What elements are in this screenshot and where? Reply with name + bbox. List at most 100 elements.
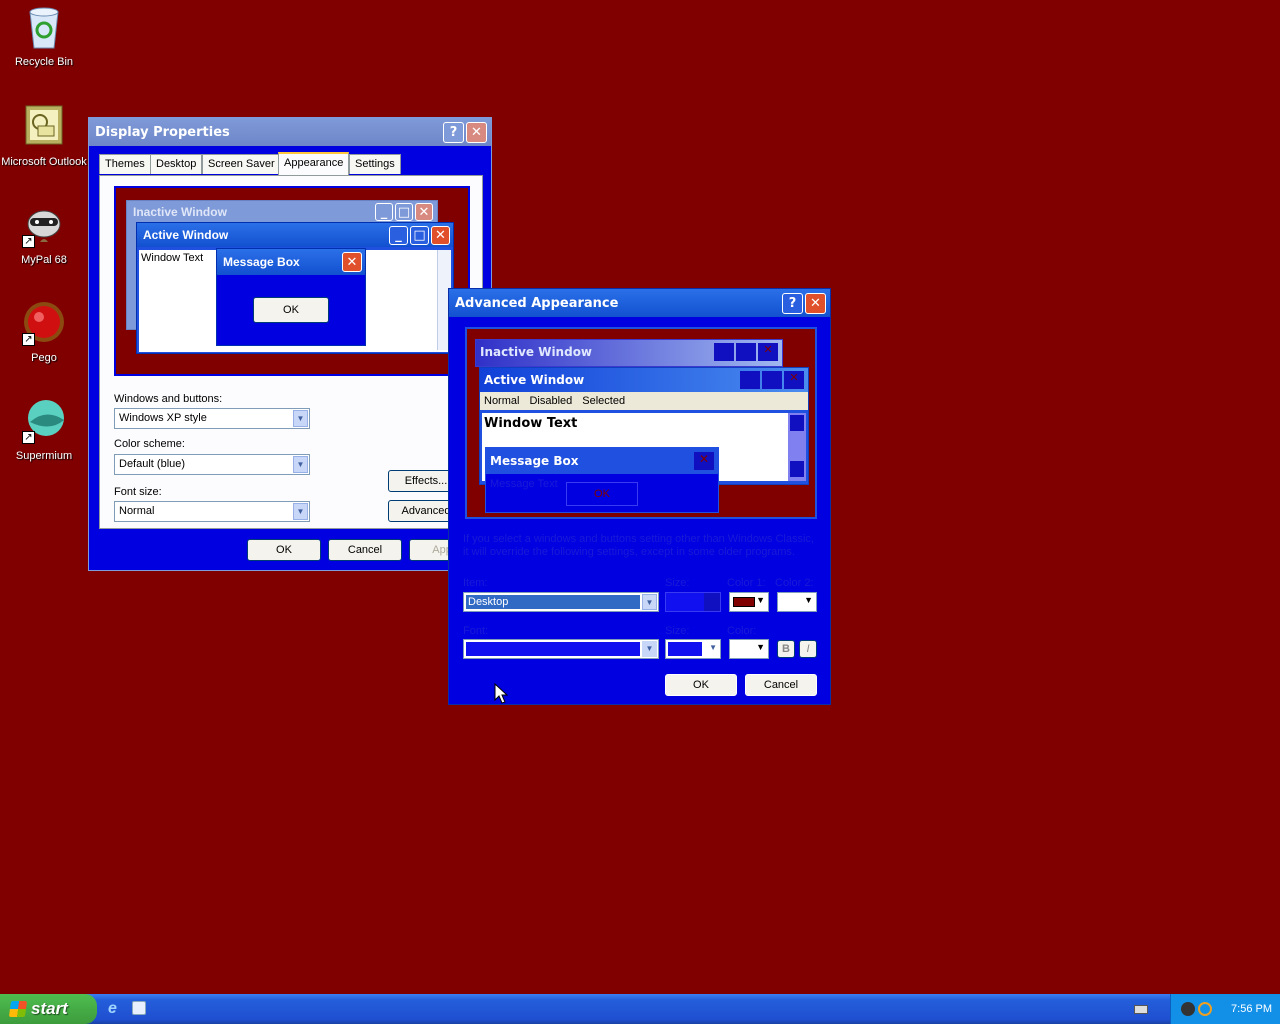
start-button[interactable]: start [0, 994, 97, 1024]
search-icon[interactable] [1198, 1002, 1212, 1016]
taskbar: start e 7:56 PM [0, 994, 1280, 1024]
outlook-express-icon[interactable] [132, 1001, 146, 1015]
minimize-icon: _ [375, 203, 393, 221]
desktop-icon-supermium[interactable]: ↗ Supermium [0, 398, 88, 462]
advanced-appearance-titlebar[interactable]: Advanced Appearance ? ✕ [449, 289, 830, 317]
preview-window-text: Window Text [484, 416, 578, 431]
desktop-icon-pego[interactable]: ↗ Pego [0, 300, 88, 364]
preview-message-text: Message Text [490, 478, 558, 490]
size-spinner[interactable] [665, 592, 721, 612]
close-button[interactable]: ✕ [466, 121, 487, 143]
shortcut-arrow-icon: ↗ [22, 333, 35, 346]
close-icon: ✕ [694, 452, 714, 470]
preview-window-text: Window Text [141, 252, 204, 264]
windows-logo-icon [8, 1001, 28, 1017]
maximize-icon [736, 343, 756, 361]
maximize-icon: □ [410, 225, 429, 245]
desktop-icon-label: MyPal 68 [21, 254, 67, 266]
preview-scrollbar [788, 413, 806, 481]
spinner-arrows-icon [704, 593, 720, 611]
color2-picker[interactable]: ▼ [777, 592, 817, 612]
tab-themes[interactable]: Themes [99, 154, 151, 174]
advanced-appearance-window: Advanced Appearance ? ✕ Inactive Window … [448, 288, 831, 705]
select-value: Default (blue) [119, 458, 186, 470]
bold-button[interactable]: B [777, 640, 795, 658]
desktop-icon-mypal[interactable]: ↗ MyPal 68 [0, 202, 88, 266]
font-label: Font: [463, 625, 489, 637]
item-label: Item: [463, 577, 488, 589]
display-properties-titlebar[interactable]: Display Properties ? ✕ [89, 118, 491, 146]
tab-appearance[interactable]: Appearance [278, 152, 350, 175]
preview-menu-disabled: Disabled [529, 395, 573, 407]
minimize-icon: _ [389, 225, 408, 245]
tab-strip: Themes Desktop Screen Saver Appearance S… [99, 152, 479, 176]
chevron-down-icon: ▼ [293, 410, 308, 427]
font-size-label: Font size: [114, 486, 162, 498]
windows-and-buttons-label: Windows and buttons: [114, 393, 223, 405]
preview-message-box: Message Box ✕ OK [216, 248, 366, 346]
desktop-icon-label: Recycle Bin [14, 56, 74, 68]
appearance-tab-page: Inactive Window _ □ ✕ Active Window _ □ … [99, 175, 483, 529]
select-value: Windows XP style [119, 412, 207, 424]
preview-message-box: Message Box ✕ Message Text OK [485, 447, 719, 513]
preview-message-box-title: Message Box [490, 454, 579, 468]
help-button[interactable]: ? [782, 292, 803, 314]
chevron-down-icon: ▼ [756, 642, 765, 652]
select-value: Desktop [466, 595, 640, 609]
close-icon: ✕ [758, 343, 778, 361]
color-scheme-label: Color scheme: [114, 438, 185, 450]
window-title: Display Properties [95, 124, 230, 140]
preview-ok-button: OK [566, 482, 638, 506]
color-swatch [733, 597, 755, 607]
shortcut-arrow-icon: ↗ [22, 431, 35, 444]
preview-inactive-title: Inactive Window [480, 345, 593, 359]
clock[interactable]: 7:56 PM [1231, 1003, 1272, 1015]
tab-screen-saver[interactable]: Screen Saver [202, 154, 281, 174]
tab-settings[interactable]: Settings [349, 154, 401, 174]
chevron-down-icon: ▼ [642, 594, 657, 610]
cancel-button[interactable]: Cancel [745, 674, 817, 696]
italic-button[interactable]: I [799, 640, 817, 658]
window-title: Advanced Appearance [455, 295, 619, 311]
info-text: If you select a windows and buttons sett… [463, 533, 823, 559]
tab-desktop[interactable]: Desktop [150, 154, 203, 174]
help-button[interactable]: ? [443, 121, 464, 143]
maximize-icon [762, 371, 782, 389]
info-text-line: If you select a windows and buttons sett… [463, 533, 814, 545]
windows-and-buttons-select[interactable]: Windows XP style ▼ [114, 408, 310, 429]
close-icon: ✕ [784, 371, 804, 389]
preview-inactive-window: Inactive Window ✕ [475, 339, 783, 367]
font-size-select[interactable]: ▼ [665, 639, 721, 659]
color-scheme-select[interactable]: Default (blue) ▼ [114, 454, 310, 475]
item-select[interactable]: Desktop ▼ [463, 592, 659, 612]
color1-picker[interactable]: ▼ [729, 592, 769, 612]
select-value: Normal [119, 505, 155, 517]
ok-button[interactable]: OK [665, 674, 737, 696]
network-icon[interactable] [1181, 1002, 1195, 1016]
maximize-icon: □ [395, 203, 413, 221]
font-size-select[interactable]: Normal ▼ [114, 501, 310, 522]
close-icon: ✕ [415, 203, 433, 221]
preview-ok-button: OK [253, 297, 329, 323]
internet-explorer-icon[interactable]: e [108, 1000, 126, 1018]
chevron-down-icon: ▼ [293, 503, 308, 520]
font-size-label: Size: [665, 625, 690, 637]
system-tray: 7:56 PM [1170, 994, 1280, 1024]
ok-button[interactable]: OK [247, 539, 321, 561]
font-color-picker[interactable]: ▼ [729, 639, 769, 659]
close-button[interactable]: ✕ [805, 292, 826, 314]
preview-menu-bar: Normal Disabled Selected [480, 392, 808, 410]
font-select[interactable]: ▼ [463, 639, 659, 659]
keyboard-icon[interactable] [1134, 1005, 1148, 1014]
preview-message-box-title: Message Box [223, 255, 300, 269]
desktop-icon-outlook[interactable]: Microsoft Outlook [0, 104, 88, 168]
pego-icon: ↗ [20, 300, 68, 348]
preview-active-title: Active Window [484, 373, 585, 387]
close-icon: ✕ [342, 252, 362, 272]
desktop-icon-label: Supermium [15, 450, 73, 462]
chevron-down-icon: ▼ [642, 641, 657, 657]
desktop-icon-recycle-bin[interactable]: Recycle Bin [0, 4, 88, 68]
supermium-icon: ↗ [20, 398, 68, 446]
font-color-label: Color: [727, 625, 757, 637]
cancel-button[interactable]: Cancel [328, 539, 402, 561]
